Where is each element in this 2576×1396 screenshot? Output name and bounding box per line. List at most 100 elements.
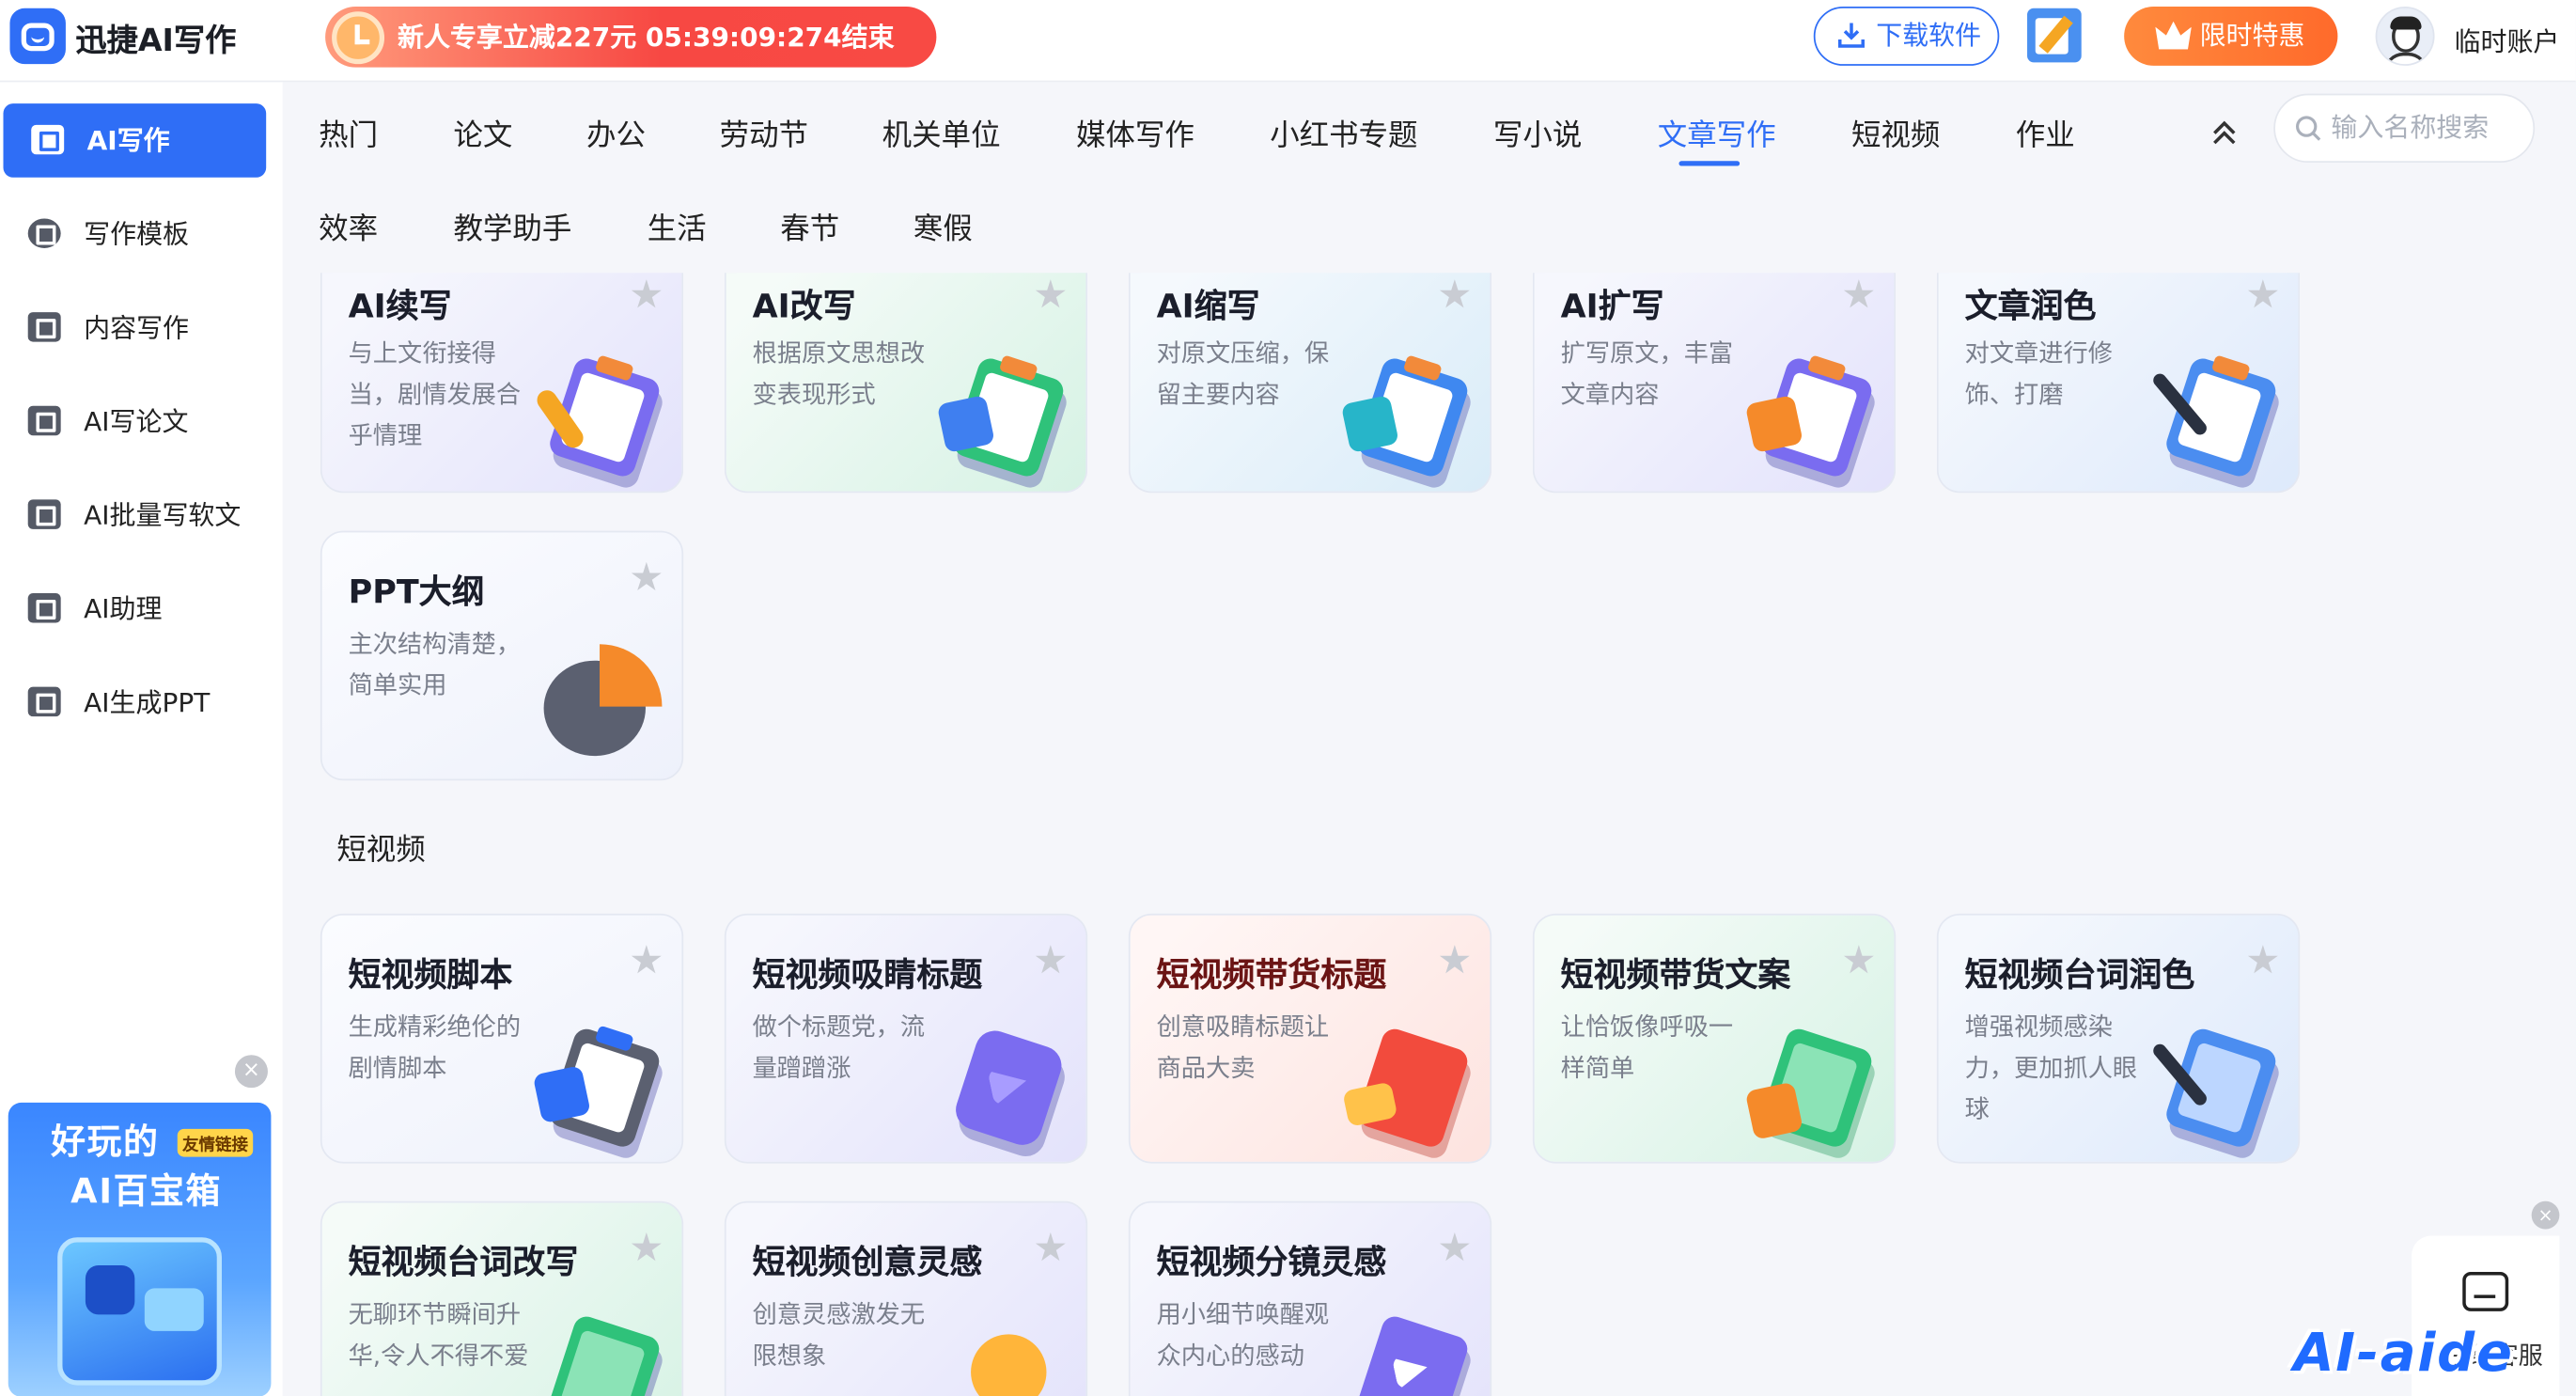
card-title: PPT大纲 xyxy=(348,572,485,612)
card-desc: 生成精彩绝伦的剧情脚本 xyxy=(348,1012,522,1083)
card-video-creative-ideas[interactable]: 短视频创意灵感 创意灵感激发无限想象 xyxy=(724,1200,1088,1396)
close-service-icon[interactable]: × xyxy=(2531,1200,2560,1230)
tab-government[interactable]: 机关单位 xyxy=(882,112,1001,154)
card-ppt-outline[interactable]: PPT大纲 主次结构清楚，简单实用 xyxy=(320,530,684,781)
account-name[interactable]: 临时账户 xyxy=(2455,20,2560,59)
crown-icon xyxy=(2155,21,2192,50)
card-video-catchy-title[interactable]: 短视频吸睛标题 做个标题党，流量蹭蹭涨 xyxy=(724,913,1088,1164)
card-title: 文章润色 xyxy=(1964,286,2097,326)
tab-novel[interactable]: 写小说 xyxy=(1493,112,1582,154)
card-title: 短视频带货文案 xyxy=(1560,954,1791,995)
sidebar-item-ai-writing[interactable]: AI写作 xyxy=(3,103,267,178)
app-logo-icon[interactable] xyxy=(9,8,66,65)
download-icon xyxy=(1838,23,1865,48)
search-icon xyxy=(2296,116,2321,141)
ai-icon xyxy=(27,686,61,717)
sidebar-item-content-writing[interactable]: 内容写作 xyxy=(0,290,263,365)
favorite-star-icon[interactable] xyxy=(1035,1232,1066,1262)
card-ai-condense[interactable]: AI缩写 对原文压缩，保留主要内容 xyxy=(1128,273,1492,494)
favorite-star-icon[interactable] xyxy=(1439,279,1470,308)
tab-xiaohongshu[interactable]: 小红书专题 xyxy=(1270,112,1417,154)
card-video-sales-copy[interactable]: 短视频带货文案 让恰饭像呼吸一样简单 xyxy=(1532,913,1897,1164)
card-desc: 对文章进行修饰、打磨 xyxy=(1964,338,2113,410)
tab-office[interactable]: 办公 xyxy=(586,112,646,154)
favorite-star-icon[interactable] xyxy=(1439,945,1470,974)
sidebar-item-ai-thesis[interactable]: AI写论文 xyxy=(0,384,263,459)
sidebar-item-templates[interactable]: 写作模板 xyxy=(0,197,263,272)
card-title: 短视频吸睛标题 xyxy=(752,954,983,995)
card-title: 短视频分镜灵感 xyxy=(1156,1242,1387,1282)
card-ai-continue[interactable]: AI续写 与上文衔接得当，剧情发展合乎情理 xyxy=(320,273,684,494)
tab-spring-festival[interactable]: 春节 xyxy=(780,206,839,248)
favorite-star-icon[interactable] xyxy=(1843,279,1874,308)
banner-subtitle: AI百宝箱 xyxy=(70,1171,223,1212)
card-polish-article[interactable]: 文章润色 对文章进行修饰、打磨 xyxy=(1936,273,2301,494)
film-play-icon xyxy=(1346,1308,1474,1396)
active-tab-indicator xyxy=(1678,161,1741,166)
card-title: AI续写 xyxy=(348,286,452,326)
favorite-star-icon[interactable] xyxy=(631,945,662,974)
chat-icon xyxy=(27,593,61,623)
clipboard-pencil-icon xyxy=(533,350,665,480)
tab-efficiency[interactable]: 效率 xyxy=(319,206,378,248)
favorite-star-icon[interactable] xyxy=(2247,279,2278,308)
card-desc: 增强视频感染力，更加抓人眼球 xyxy=(1964,1012,2138,1124)
light-bulb-icon xyxy=(942,1308,1069,1396)
card-title: AI改写 xyxy=(752,286,856,326)
scroll-wand-icon xyxy=(2150,1021,2282,1151)
card-desc: 用小细节唤醒观众内心的感动 xyxy=(1156,1299,1330,1371)
card-video-script[interactable]: 短视频脚本 生成精彩绝伦的剧情脚本 xyxy=(320,913,684,1164)
sidebar-item-label: AI助理 xyxy=(84,593,163,625)
card-video-line-polish[interactable]: 短视频台词润色 增强视频感染力，更加抓人眼球 xyxy=(1936,913,2301,1164)
avatar[interactable] xyxy=(2375,6,2435,66)
close-banner-icon[interactable]: × xyxy=(234,1055,268,1089)
customer-service-icon xyxy=(2462,1271,2509,1311)
limited-offer-button[interactable]: 限时特惠 xyxy=(2124,6,2338,66)
favorite-star-icon[interactable] xyxy=(631,1232,662,1262)
card-desc: 创意吸睛标题让商品大卖 xyxy=(1156,1012,1330,1083)
search-placeholder: 输入名称搜索 xyxy=(2331,111,2490,144)
video-play-icon xyxy=(942,1021,1069,1151)
card-ai-expand[interactable]: AI扩写 扩写原文，丰富文章内容 xyxy=(1532,273,1897,494)
favorite-star-icon[interactable] xyxy=(2247,945,2278,974)
notepad-icon[interactable] xyxy=(2027,8,2082,63)
clipboard-expand-icon xyxy=(1744,350,1878,480)
tab-winter-vacation[interactable]: 寒假 xyxy=(913,206,973,248)
tab-homework[interactable]: 作业 xyxy=(2016,112,2075,154)
promo-banner[interactable]: 新人专享立减227元 05:39:09:274结束 xyxy=(325,6,937,68)
favorite-star-icon[interactable] xyxy=(631,279,662,308)
tab-life[interactable]: 生活 xyxy=(648,206,707,248)
sidebar-item-batch-articles[interactable]: AI批量写软文 xyxy=(0,478,263,553)
pie-chart-icon xyxy=(538,637,665,765)
sidebar-item-ai-assistant[interactable]: AI助理 xyxy=(0,572,263,646)
search-input[interactable]: 输入名称搜索 xyxy=(2273,93,2536,164)
card-desc: 做个标题党，流量蹭蹭涨 xyxy=(752,1012,926,1083)
card-ai-rewrite[interactable]: AI改写 根据原文思想改变表现形式 xyxy=(724,273,1088,494)
card-video-sales-title[interactable]: 短视频带货标题 创意吸睛标题让商品大卖 xyxy=(1128,913,1492,1164)
tab-hot[interactable]: 热门 xyxy=(319,112,378,154)
card-title: AI缩写 xyxy=(1156,286,1260,326)
ai-toolbox-banner[interactable]: 好玩的 友情链接 AI百宝箱 xyxy=(8,1102,272,1396)
favorite-star-icon[interactable] xyxy=(631,561,662,591)
favorite-star-icon[interactable] xyxy=(1035,945,1066,974)
tab-thesis[interactable]: 论文 xyxy=(453,112,512,154)
card-title: 短视频台词改写 xyxy=(348,1242,579,1282)
ai-icon xyxy=(27,405,61,436)
card-video-storyboard[interactable]: 短视频分镜灵感 用小细节唤醒观众内心的感动 xyxy=(1128,1200,1492,1396)
tab-article-writing[interactable]: 文章写作 xyxy=(1658,112,1776,154)
collapse-chevron-icon[interactable] xyxy=(2207,117,2242,149)
favorite-star-icon[interactable] xyxy=(1439,1232,1470,1262)
download-software-button[interactable]: 下载软件 xyxy=(1813,6,2000,66)
favorite-star-icon[interactable] xyxy=(1035,279,1066,308)
sidebar-item-ai-ppt[interactable]: AI生成PPT xyxy=(0,666,263,740)
card-video-line-rewrite[interactable]: 短视频台词改写 无聊环节瞬间升华,令人不得不爱 xyxy=(320,1200,684,1396)
tab-short-video[interactable]: 短视频 xyxy=(1851,112,1940,154)
template-icon xyxy=(27,218,61,248)
favorite-star-icon[interactable] xyxy=(1843,945,1874,974)
card-title: 短视频台词润色 xyxy=(1964,954,2195,995)
tab-labor-day[interactable]: 劳动节 xyxy=(720,112,808,154)
tab-media-writing[interactable]: 媒体写作 xyxy=(1076,112,1194,154)
card-desc: 根据原文思想改变表现形式 xyxy=(752,338,926,410)
clipboard-compress-icon xyxy=(1340,350,1474,480)
tab-teaching[interactable]: 教学助手 xyxy=(453,206,571,248)
